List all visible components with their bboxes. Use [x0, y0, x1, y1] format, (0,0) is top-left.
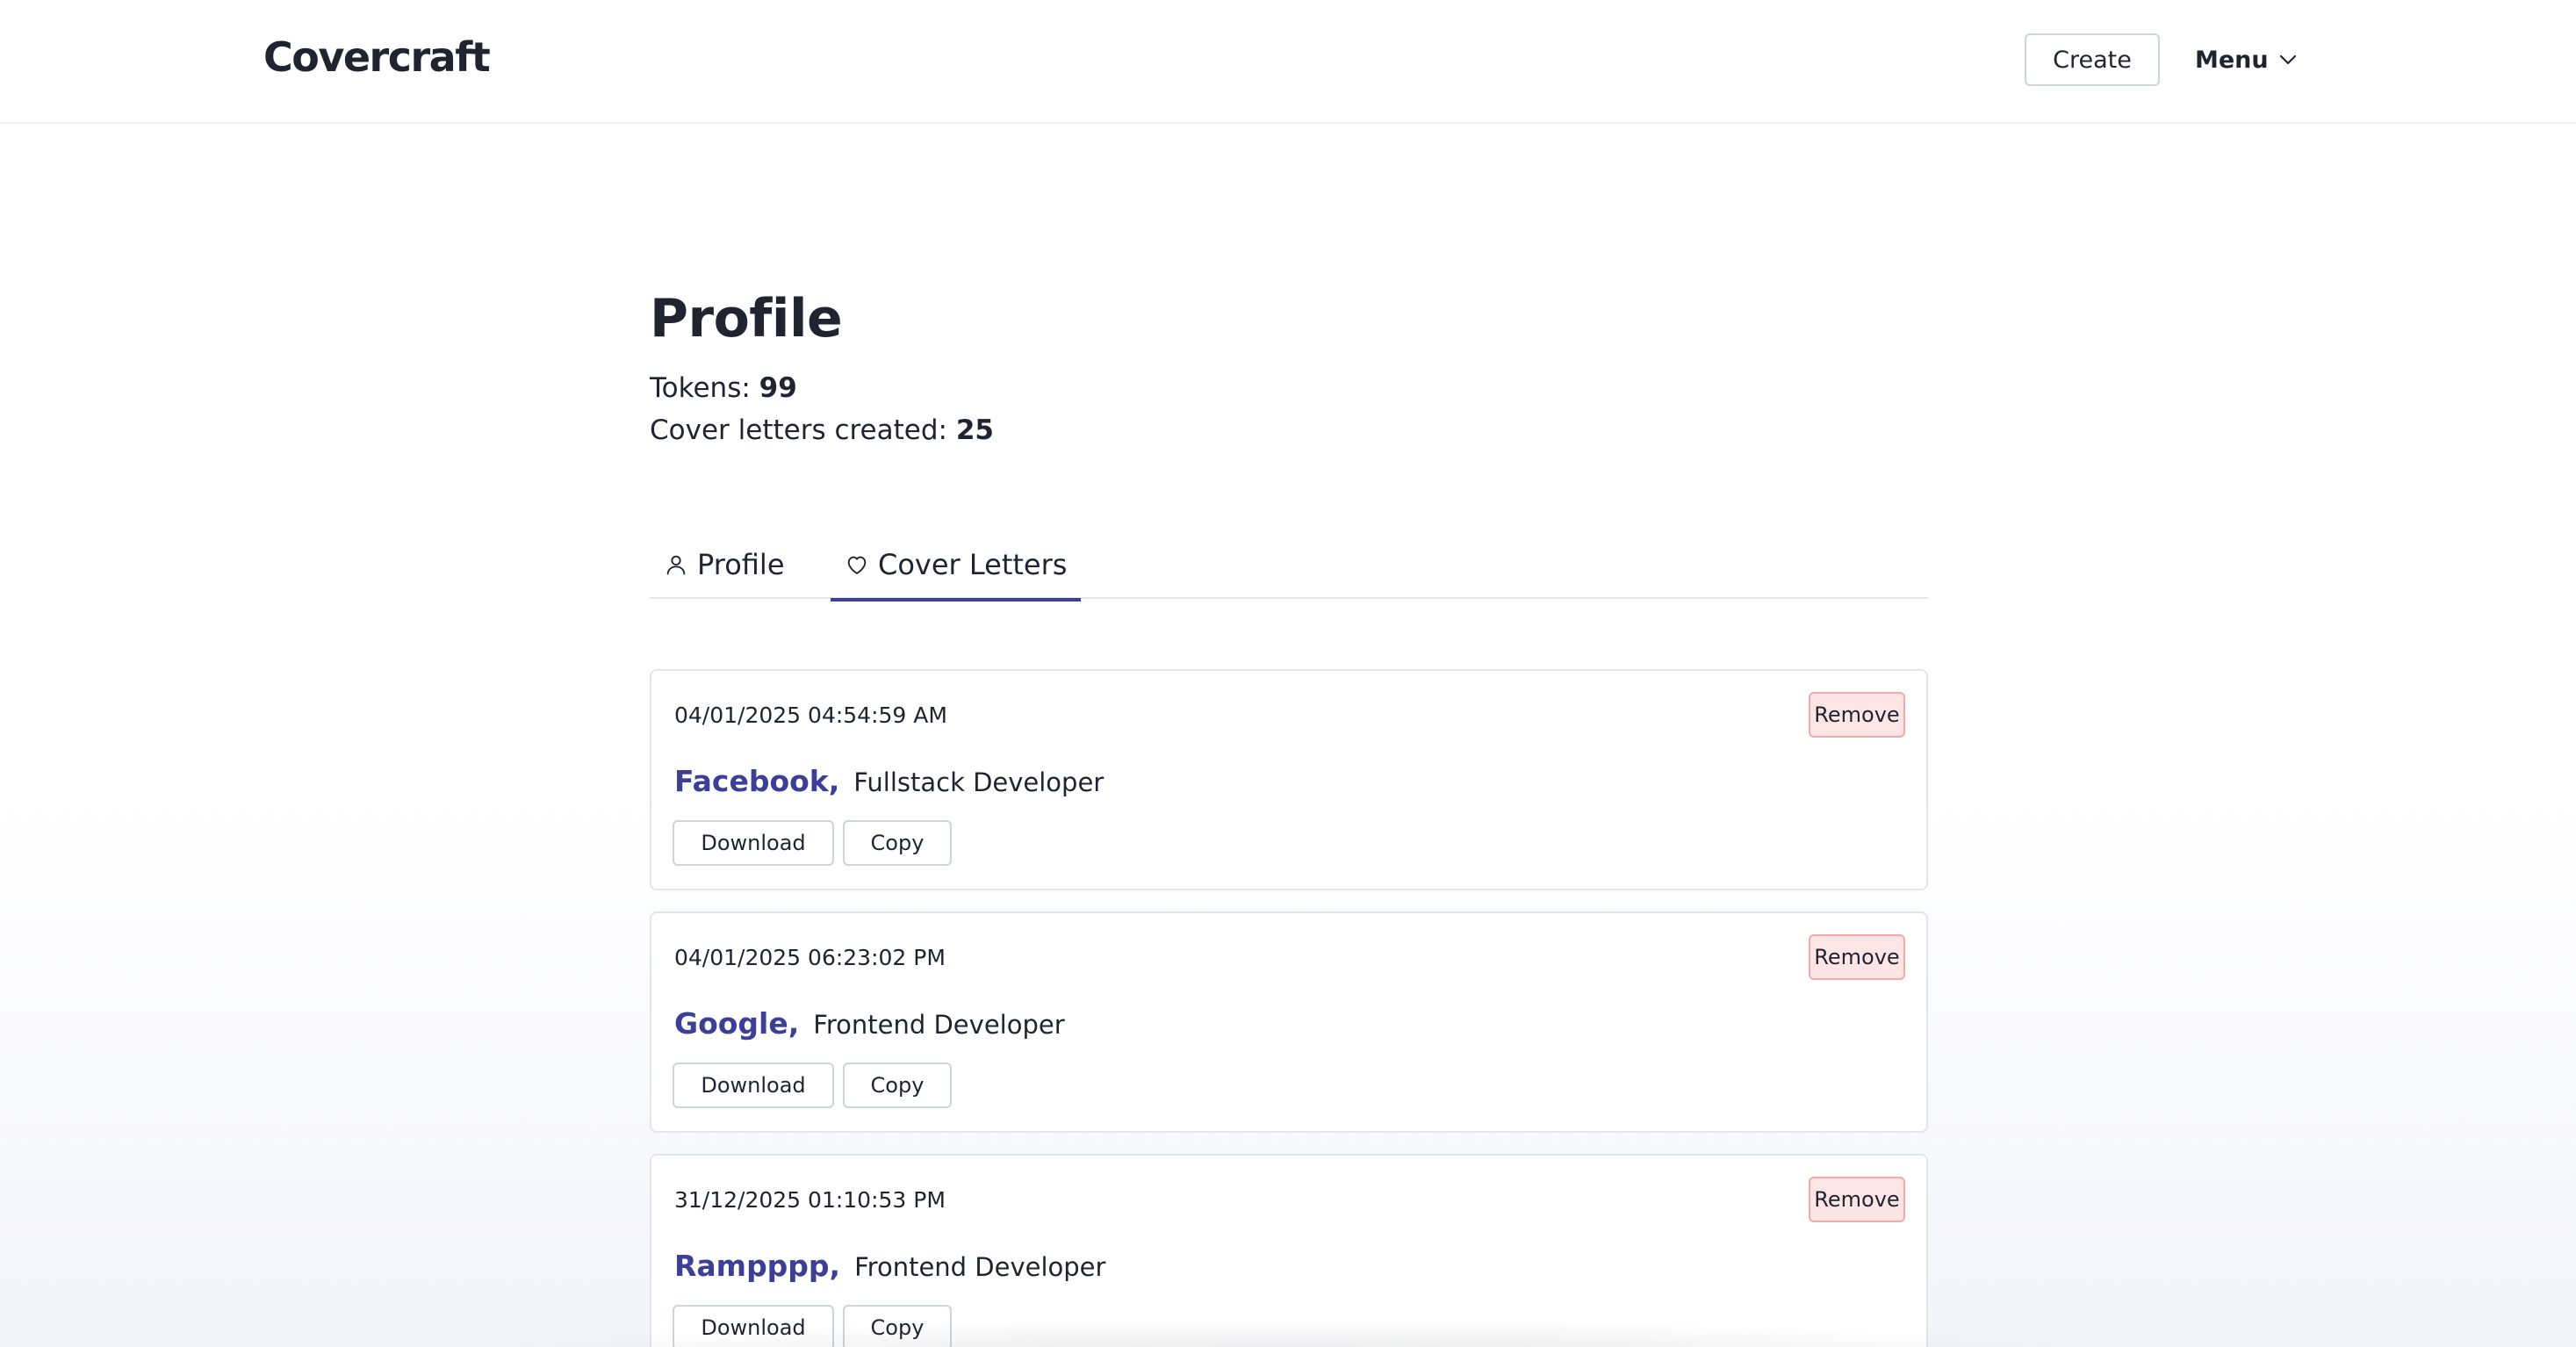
copy-button[interactable]: Copy — [843, 820, 952, 866]
cover-letter-card: 31/12/2025 01:10:53 PM Remove Rampppp, F… — [650, 1154, 1928, 1347]
company-link[interactable]: Google, — [674, 1006, 799, 1041]
role-text: Fullstack Developer — [853, 767, 1105, 797]
card-title: Google, Frontend Developer — [674, 1006, 1065, 1041]
copy-button[interactable]: Copy — [843, 1305, 952, 1347]
chevron-down-icon — [2279, 54, 2296, 65]
tokens-stat: Tokens: 99 — [650, 372, 797, 404]
remove-button[interactable]: Remove — [1809, 692, 1905, 738]
card-actions: Download Copy — [673, 1062, 952, 1108]
page-title: Profile — [650, 288, 843, 349]
top-nav: Covercraft Create Menu — [0, 0, 2576, 124]
download-button[interactable]: Download — [673, 820, 834, 866]
download-button[interactable]: Download — [673, 1305, 834, 1347]
menu-label: Menu — [2195, 46, 2269, 74]
card-title: Rampppp, Frontend Developer — [674, 1249, 1105, 1283]
card-date: 04/01/2025 06:23:02 PM — [674, 945, 946, 970]
copy-button[interactable]: Copy — [843, 1062, 952, 1108]
cover-letters-stat: Cover letters created: 25 — [650, 414, 994, 446]
tab-cover-letters[interactable]: Cover Letters — [831, 530, 1082, 601]
tab-profile[interactable]: Profile — [650, 530, 799, 599]
user-icon — [666, 555, 686, 575]
role-text: Frontend Developer — [854, 1252, 1106, 1282]
tab-cover-letters-label: Cover Letters — [878, 548, 1068, 581]
menu-dropdown[interactable]: Menu — [2195, 42, 2299, 77]
tab-profile-label: Profile — [697, 548, 785, 581]
card-actions: Download Copy — [673, 820, 952, 866]
card-actions: Download Copy — [673, 1305, 952, 1347]
role-text: Frontend Developer — [813, 1010, 1065, 1040]
remove-button[interactable]: Remove — [1809, 934, 1905, 980]
download-button[interactable]: Download — [673, 1062, 834, 1108]
remove-button[interactable]: Remove — [1809, 1177, 1905, 1222]
create-button[interactable]: Create — [2025, 33, 2160, 86]
profile-tabs: Profile Cover Letters — [650, 530, 1928, 601]
cover-letters-label: Cover letters created: — [650, 414, 947, 446]
card-title: Facebook, Fullstack Developer — [674, 764, 1104, 798]
tokens-value: 99 — [759, 372, 797, 404]
app-logo[interactable]: Covercraft — [263, 33, 491, 81]
cover-letters-value: 25 — [955, 414, 994, 446]
card-date: 04/01/2025 04:54:59 AM — [674, 702, 947, 728]
cover-letter-card: 04/01/2025 06:23:02 PM Remove Google, Fr… — [650, 911, 1928, 1133]
card-date: 31/12/2025 01:10:53 PM — [674, 1187, 946, 1213]
cover-letter-card: 04/01/2025 04:54:59 AM Remove Facebook, … — [650, 669, 1928, 890]
company-link[interactable]: Facebook, — [674, 764, 839, 798]
heart-icon — [847, 556, 867, 574]
company-link[interactable]: Rampppp, — [674, 1249, 840, 1283]
tokens-label: Tokens: — [650, 372, 751, 404]
